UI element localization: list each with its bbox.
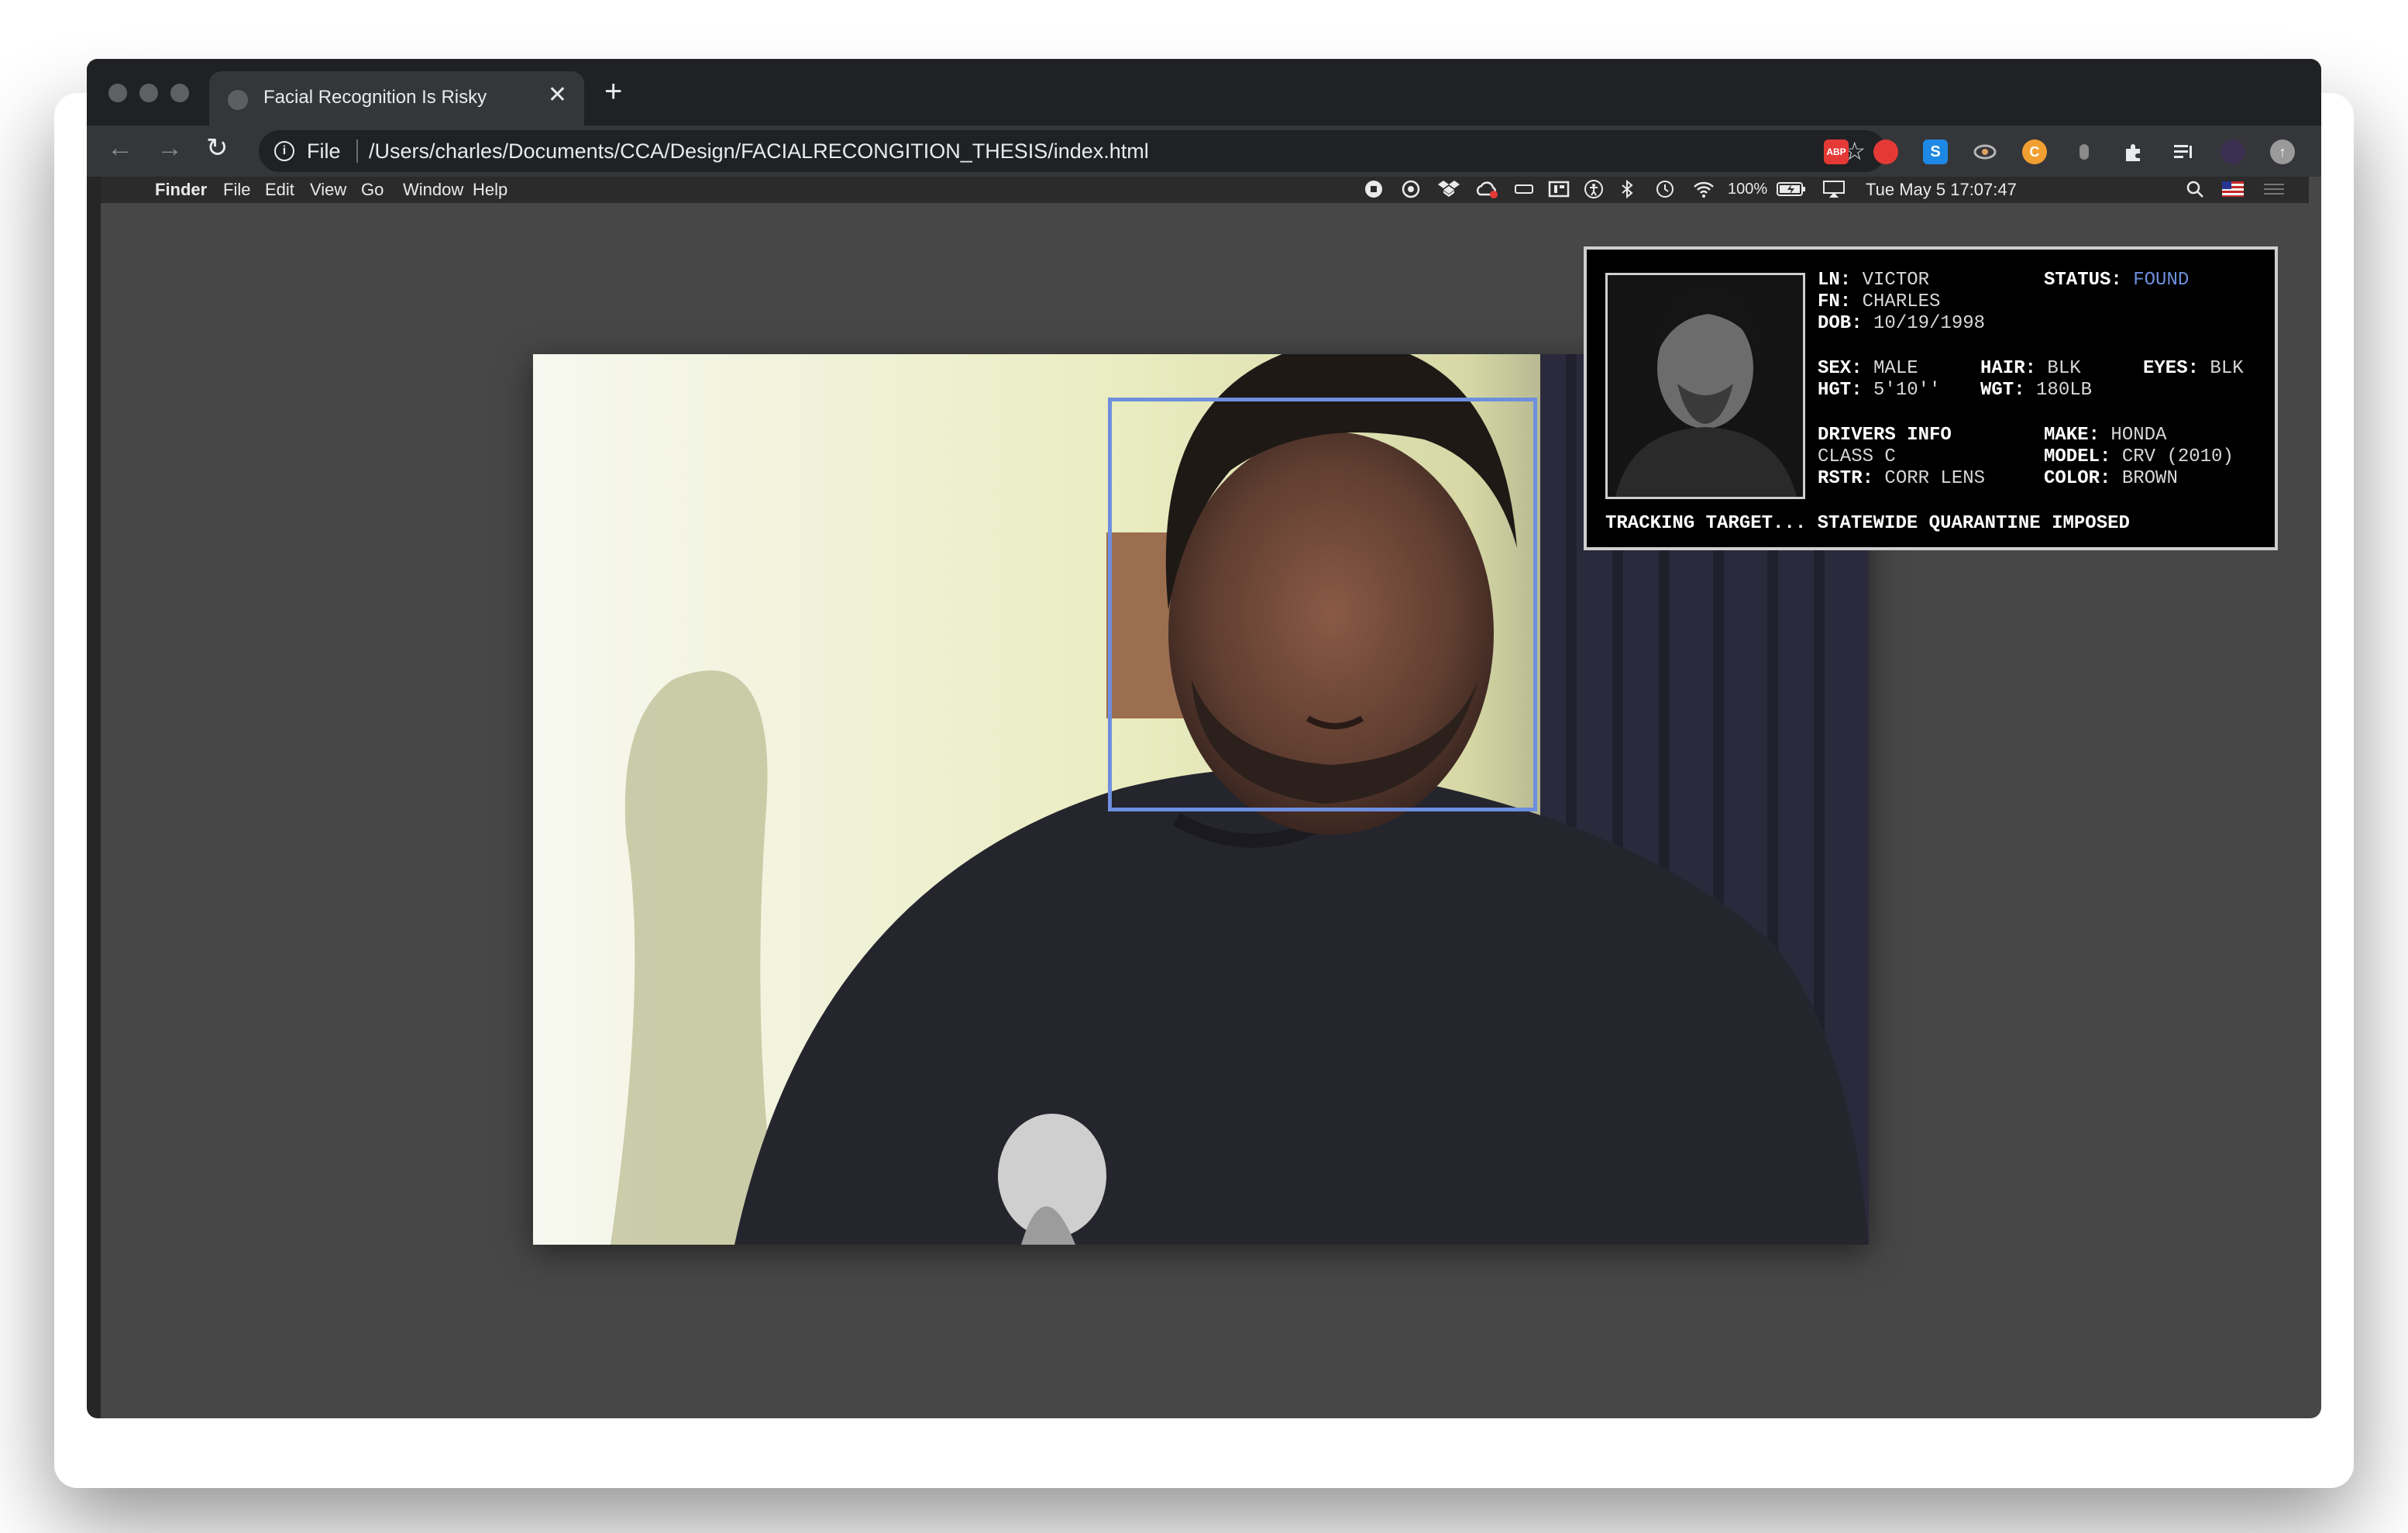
profile-avatar[interactable]	[2221, 140, 2245, 164]
license-class: CLASS C	[1818, 446, 1896, 467]
new-tab-button[interactable]: +	[604, 76, 622, 107]
status-value: FOUND	[2133, 270, 2190, 291]
address-scheme: File	[307, 140, 341, 163]
drivers-info-label: DRIVERS INFO	[1818, 425, 1952, 446]
address-url[interactable]: /Users/charles/Documents/CCA/Design/FACI…	[369, 140, 1149, 164]
menu-window[interactable]: Window	[403, 180, 463, 200]
tab-bar: Facial Recognition Is Risky ✕ +	[87, 59, 2321, 126]
face-detection-box	[1108, 398, 1537, 811]
info-icon[interactable]: i	[274, 141, 294, 161]
forward-icon[interactable]: →	[157, 135, 183, 161]
menubar-clock[interactable]: Tue May 5 17:07:47	[1866, 180, 2017, 200]
time-machine-icon[interactable]	[1653, 179, 1675, 204]
hair-label: HAIR:	[1980, 358, 2037, 379]
browser-toolbar: ← → ↻ i File /Users/charles/Documents/CC…	[87, 126, 2321, 177]
make-value: HONDA	[2110, 425, 2167, 446]
sex-value: MALE	[1873, 358, 1918, 379]
color-label: COLOR:	[2044, 468, 2111, 489]
display-icon[interactable]	[1548, 179, 1570, 204]
eye-extension-icon[interactable]	[1973, 140, 1997, 164]
globe-icon	[228, 90, 248, 110]
tab-active[interactable]: Facial Recognition Is Risky ✕	[209, 71, 584, 126]
menu-go[interactable]: Go	[361, 180, 384, 200]
notification-center-icon[interactable]	[2262, 181, 2286, 202]
identity-card: LN: VICTOR STATUS: FOUND FN: CHARLES DOB…	[1584, 246, 2278, 550]
tab-title: Facial Recognition Is Risky	[263, 87, 487, 108]
wgt-value: 180LB	[2036, 380, 2093, 401]
menu-edit[interactable]: Edit	[265, 180, 294, 200]
hgt-label: HGT:	[1818, 380, 1863, 401]
rstr-label: RSTR:	[1818, 468, 1874, 489]
puzzle-extensions-icon[interactable]	[2121, 140, 2146, 164]
close-window-button[interactable]	[108, 84, 127, 102]
s-extension-icon[interactable]: S	[1923, 140, 1948, 164]
spotlight-search-icon[interactable]	[2185, 179, 2205, 204]
hgt-value: 5'10''	[1873, 380, 1941, 401]
make-label: MAKE:	[2044, 425, 2100, 446]
back-icon[interactable]: ←	[107, 135, 133, 161]
mac-menubar: Finder File Edit View Go Window Help 100…	[101, 177, 2309, 203]
battery-charging-icon[interactable]	[1776, 181, 1807, 202]
eyes-label: EYES:	[2143, 358, 2200, 379]
color-value: BROWN	[2121, 468, 2178, 489]
adblock-plus-icon[interactable]: ABP	[1824, 140, 1849, 164]
menu-help[interactable]: Help	[473, 180, 507, 200]
record-icon[interactable]	[1364, 179, 1384, 204]
rstr-value: CORR LENS	[1884, 468, 1986, 489]
wifi-icon[interactable]	[1692, 179, 1715, 204]
airplay-icon[interactable]	[1822, 179, 1846, 204]
fn-label: FN:	[1818, 291, 1852, 312]
suspect-photo-image	[1608, 275, 1803, 497]
suspect-photo	[1605, 273, 1805, 499]
ln-value: VICTOR	[1862, 270, 1930, 291]
bluetooth-icon[interactable]	[1618, 179, 1636, 204]
menu-file[interactable]: File	[223, 180, 250, 200]
minimize-window-button[interactable]	[139, 84, 158, 102]
tracking-footer: TRACKING TARGET... STATEWIDE QUARANTINE …	[1605, 513, 2130, 534]
dropbox-icon[interactable]	[1438, 179, 1460, 204]
window-edge	[87, 177, 101, 1418]
reload-icon[interactable]: ↻	[206, 135, 229, 161]
menu-app-finder[interactable]: Finder	[155, 180, 207, 200]
zoom-window-button[interactable]	[170, 84, 189, 102]
red-extension-icon[interactable]	[1873, 140, 1898, 164]
mouse-extension-icon[interactable]	[2072, 140, 2097, 164]
dob-label: DOB:	[1818, 313, 1863, 334]
battery-small-icon[interactable]	[1514, 181, 1536, 202]
hair-value: BLK	[2047, 358, 2081, 379]
update-icon[interactable]: ↑	[2270, 140, 2295, 164]
menu-view[interactable]: View	[310, 180, 346, 200]
browser-window: Facial Recognition Is Risky ✕ + ← → ↻ i …	[87, 59, 2321, 1418]
address-separator	[356, 140, 358, 163]
model-value: CRV (2010)	[2121, 446, 2234, 467]
tab-close-icon[interactable]: ✕	[548, 84, 567, 107]
accessibility-icon[interactable]	[1584, 179, 1604, 204]
sex-label: SEX:	[1818, 358, 1863, 379]
model-label: MODEL:	[2044, 446, 2111, 467]
status-label: STATUS:	[2044, 270, 2122, 291]
cloud-sync-icon[interactable]	[1475, 179, 1498, 204]
ln-label: LN:	[1818, 270, 1852, 291]
dob-value: 10/19/1998	[1873, 313, 1986, 334]
eyes-value: BLK	[2210, 358, 2244, 379]
us-flag-icon[interactable]	[2222, 181, 2244, 202]
battery-percent: 100%	[1728, 181, 1768, 198]
address-bar[interactable]: i File /Users/charles/Documents/CCA/Desi…	[259, 130, 1886, 172]
fn-value: CHARLES	[1862, 291, 1941, 312]
media-queue-icon[interactable]	[2171, 140, 2196, 164]
target-icon[interactable]	[1401, 179, 1421, 204]
wgt-label: WGT:	[1980, 380, 2025, 401]
c-extension-icon[interactable]: C	[2022, 140, 2047, 164]
